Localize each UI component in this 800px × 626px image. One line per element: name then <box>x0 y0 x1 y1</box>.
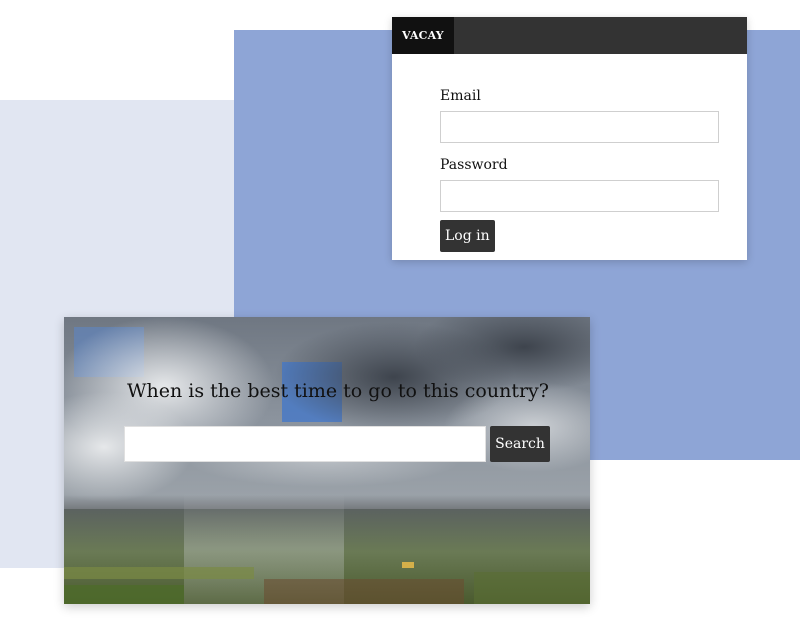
login-header: VACAY <box>392 17 747 54</box>
password-field[interactable] <box>440 180 719 212</box>
canvas: VACAY Email Password Log in When is the … <box>0 0 800 626</box>
search-input[interactable] <box>124 426 486 462</box>
password-label: Password <box>440 157 508 173</box>
login-button[interactable]: Log in <box>440 220 495 252</box>
email-field[interactable] <box>440 111 719 143</box>
hero-question: When is the best time to go to this coun… <box>127 380 549 402</box>
search-button[interactable]: Search <box>490 426 550 462</box>
hero-search-card: When is the best time to go to this coun… <box>64 317 590 604</box>
login-form: Email Password Log in <box>440 87 720 252</box>
login-window: VACAY Email Password Log in <box>392 17 747 260</box>
brand-logo[interactable]: VACAY <box>392 17 454 54</box>
email-label: Email <box>440 88 481 104</box>
